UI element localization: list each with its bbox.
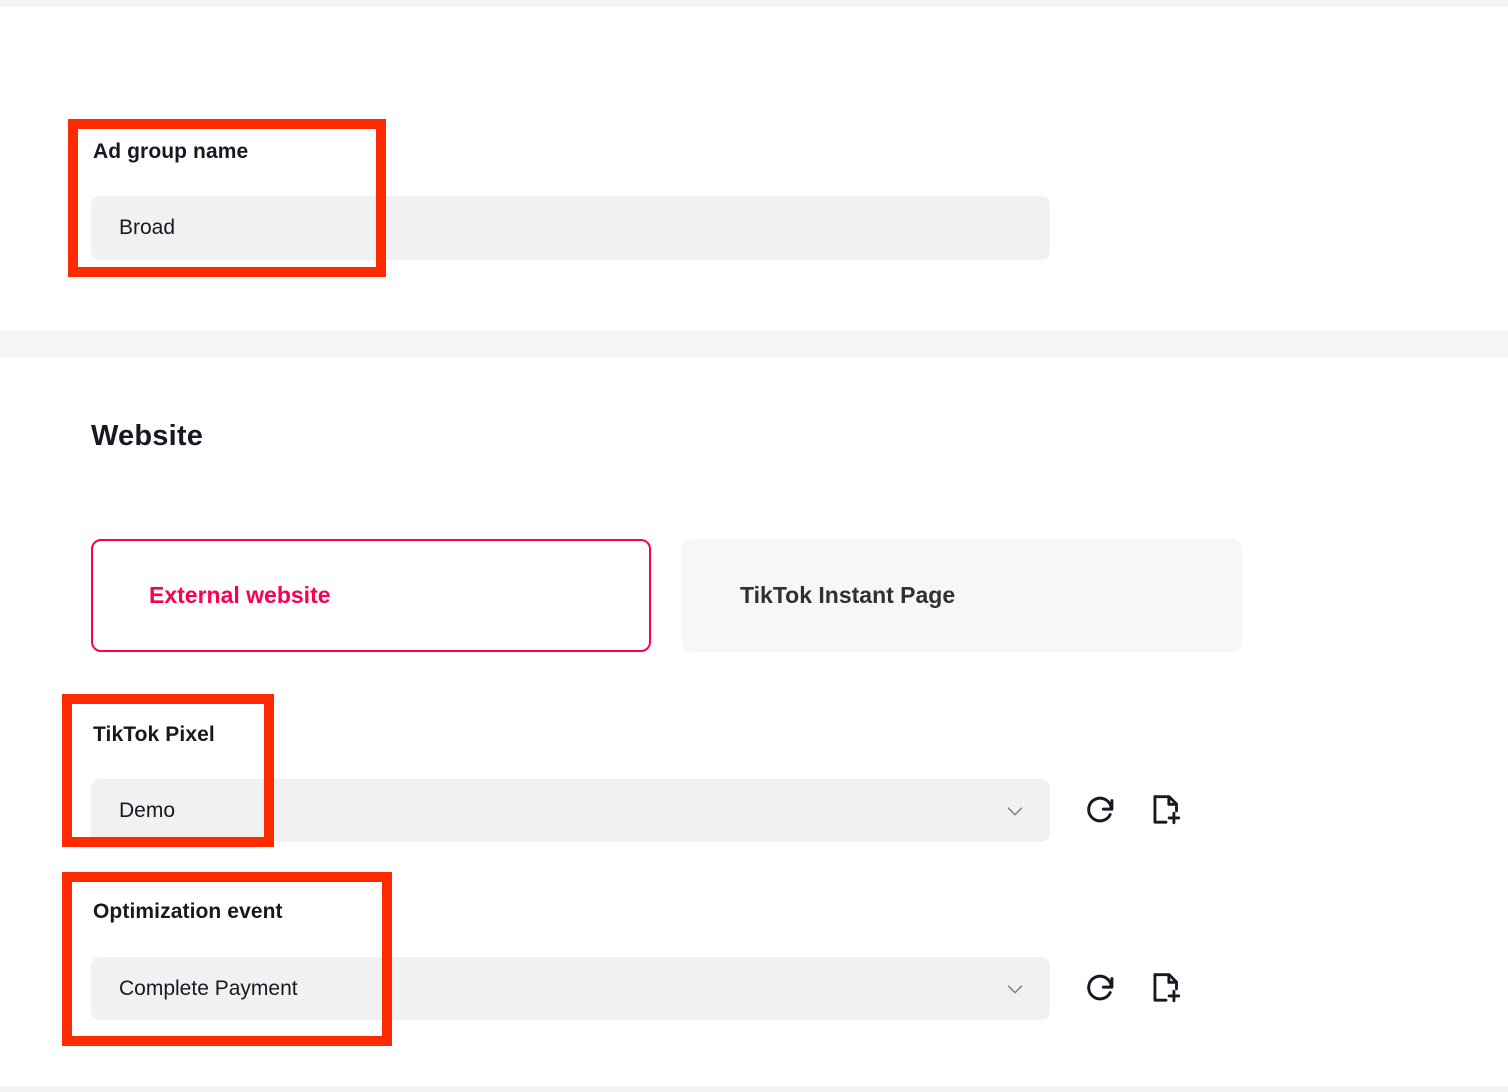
top-edge-band [0, 0, 1508, 7]
create-document-icon[interactable] [1149, 971, 1183, 1005]
section-divider-band [0, 331, 1508, 357]
tiktok-pixel-select[interactable]: Demo [91, 779, 1050, 842]
create-document-icon[interactable] [1149, 793, 1183, 827]
tab-tiktok-instant-page-label: TikTok Instant Page [740, 582, 956, 608]
ad-group-name-label: Ad group name [93, 140, 249, 163]
optimization-event-select[interactable]: Complete Payment [91, 957, 1050, 1020]
tab-external-website-label: External website [149, 582, 331, 608]
website-section-title: Website [91, 420, 204, 452]
refresh-icon[interactable] [1083, 793, 1117, 827]
tab-tiktok-instant-page[interactable]: TikTok Instant Page [682, 539, 1242, 652]
optimization-event-label: Optimization event [93, 900, 283, 923]
refresh-icon[interactable] [1083, 971, 1117, 1005]
tiktok-pixel-value: Demo [119, 798, 176, 822]
bottom-edge-band [0, 1086, 1508, 1092]
optimization-event-value: Complete Payment [119, 976, 298, 1000]
chevron-down-icon[interactable] [1004, 978, 1026, 1000]
ad-group-name-input[interactable] [91, 196, 1050, 260]
tab-external-website[interactable]: External website [91, 539, 651, 652]
chevron-down-icon[interactable] [1004, 800, 1026, 822]
tiktok-pixel-label: TikTok Pixel [93, 723, 215, 746]
